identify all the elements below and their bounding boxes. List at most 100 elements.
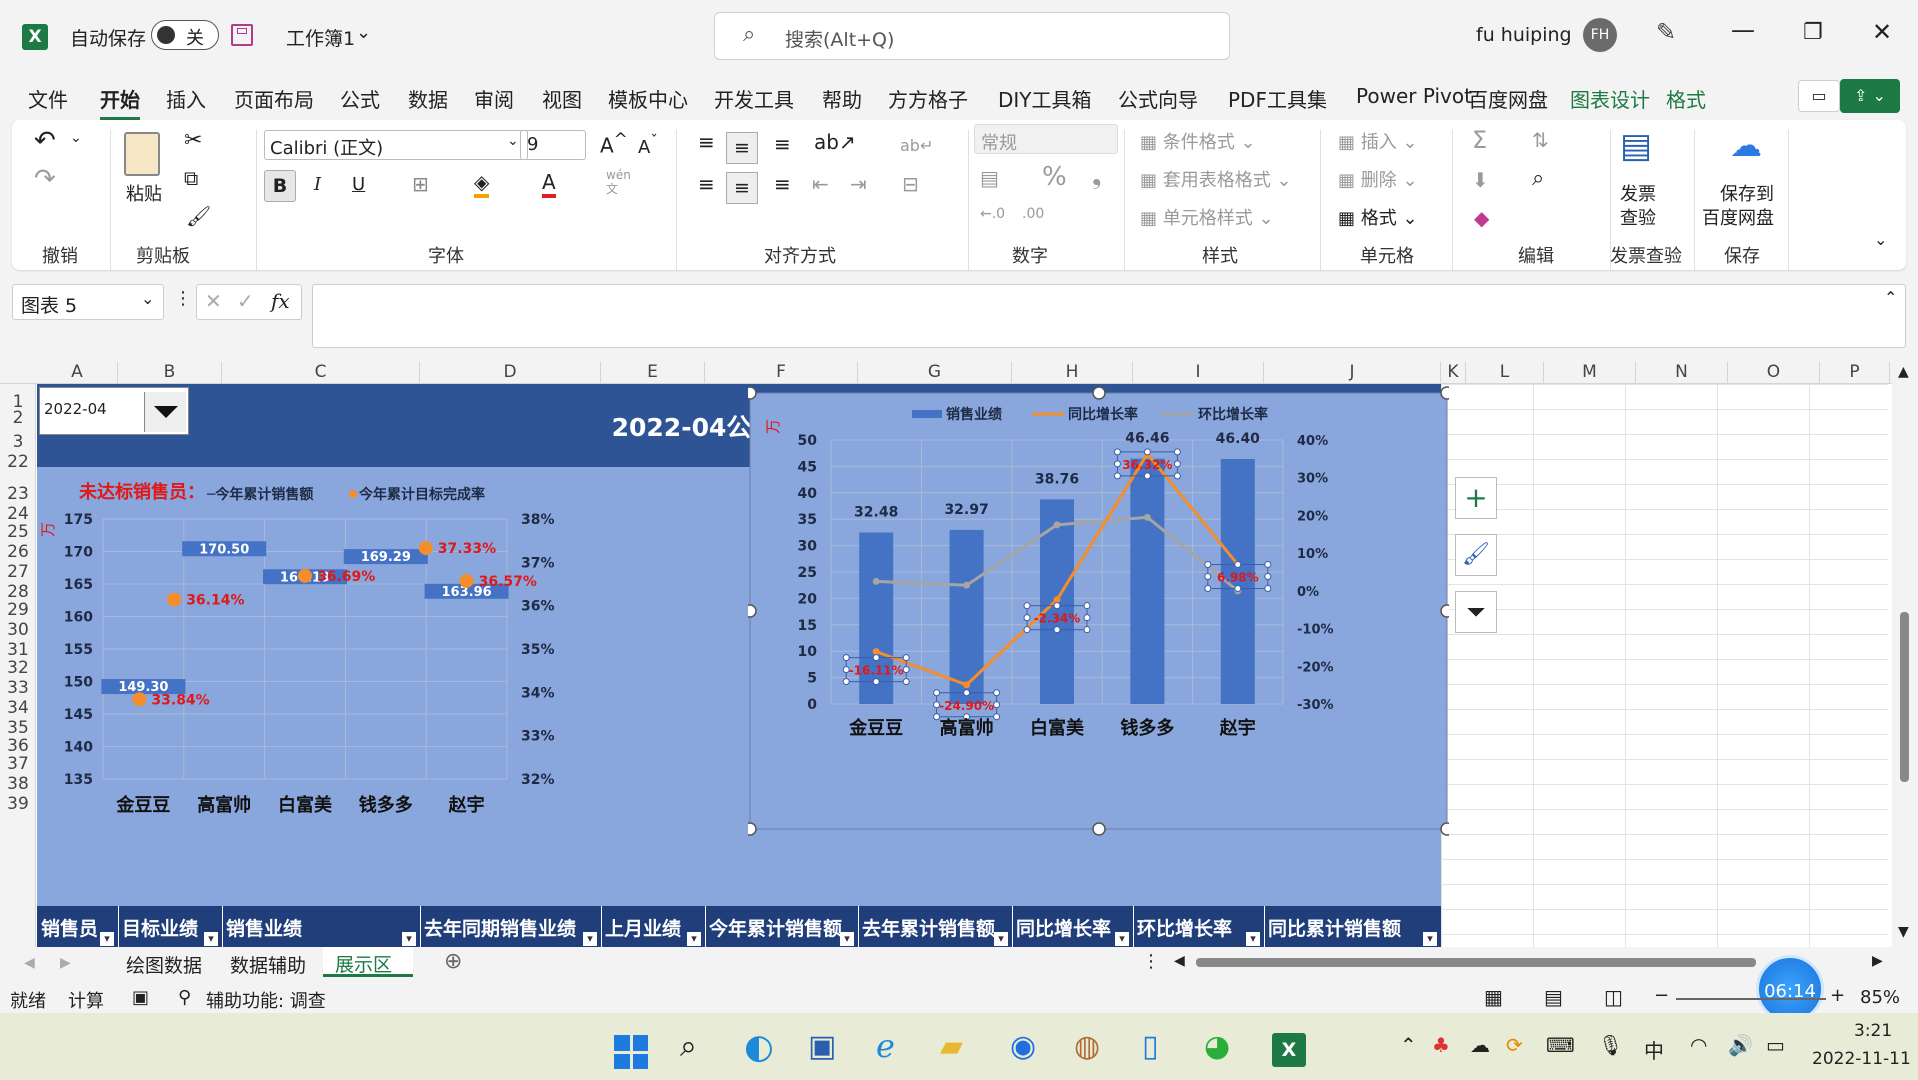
wifi-icon[interactable]: ◠ [1690,1033,1707,1057]
onedrive-icon[interactable]: ☁ [1470,1033,1490,1057]
table-header-5[interactable]: 今年累计销售额 [709,914,842,941]
macro-record-icon[interactable]: ▣ [132,987,149,1008]
menu-10[interactable]: 帮助 [822,84,862,113]
underline-button[interactable]: U [352,174,365,195]
tray-app-icon[interactable]: ♣ [1432,1033,1450,1057]
fill-color-icon[interactable]: ◈ [474,170,490,198]
row-header-36[interactable]: 36 [0,736,36,756]
filter-icon[interactable]: ▾ [687,932,701,946]
table-header-7[interactable]: 同比增长率 [1016,914,1111,941]
more-icon[interactable]: ⋮ [174,288,192,309]
filter-icon[interactable]: ▾ [204,932,218,946]
more-icon[interactable]: ⋮ [1142,951,1160,972]
filter-icon[interactable]: ▾ [402,932,416,946]
delete-cells-button[interactable]: ▦ 删除 ⌄ [1338,166,1418,192]
filter-icon[interactable]: ▾ [100,932,114,946]
clock-time[interactable]: 3:21 [1854,1021,1892,1041]
undo-icon[interactable]: ↶ [34,126,56,156]
row-header-35[interactable]: 35 [0,718,36,738]
baidu-cloud-icon[interactable]: ☁ [1730,126,1762,164]
accessibility-status[interactable]: 辅助功能: 调查 [206,987,326,1013]
table-header-9[interactable]: 同比累计销售额 [1268,914,1401,941]
wrap-text-icon[interactable]: ab↵ [900,136,933,155]
page-layout-icon[interactable]: ▤ [1544,985,1563,1009]
column-header-K[interactable]: K [1441,362,1466,384]
menu-8[interactable]: 模板中心 [608,84,688,113]
menu-15[interactable]: Power Pivot [1356,84,1472,108]
sync-icon[interactable]: ⟳ [1506,1033,1523,1057]
comment-button[interactable]: ▭ [1798,80,1840,112]
pen-icon[interactable]: ✎ [1656,18,1676,46]
taskbar-search-icon[interactable]: ⌕ [680,1029,697,1064]
table-header-0[interactable]: 销售员 [41,914,98,941]
bold-button[interactable]: B [264,170,296,202]
menu-0[interactable]: 文件 [28,84,68,113]
accessibility-icon[interactable]: ⚲ [178,987,191,1008]
row-header-23[interactable]: 23 [0,484,36,504]
tray-chevron-icon[interactable]: ⌃ [1400,1033,1417,1057]
column-header-J[interactable]: J [1264,362,1441,384]
menu-7[interactable]: 视图 [542,84,582,113]
prev-sheet-icon[interactable]: ◀ [24,955,35,971]
sort-icon[interactable]: ⇅ [1532,128,1549,152]
align-center-icon[interactable]: ≡ [726,172,758,204]
column-header-D[interactable]: D [420,362,601,384]
column-header-G[interactable]: G [858,362,1012,384]
filter-icon[interactable]: ▾ [583,932,597,946]
row-header-31[interactable]: 31 [0,640,36,660]
app-icon[interactable]: ◍ [1074,1029,1100,1064]
number-format-select[interactable]: 常规 [974,124,1118,154]
comma-icon[interactable]: ❟ [1092,162,1101,190]
copy-icon[interactable]: ⧉ [184,166,198,190]
zoom-in-icon[interactable]: + [1830,985,1845,1006]
find-icon[interactable]: ⌕ [1532,166,1544,191]
align-left-icon[interactable]: ≡ [698,172,715,196]
scroll-left-icon[interactable]: ◀ [1174,953,1185,969]
clear-icon[interactable]: ◆ [1474,206,1489,230]
row-header-39[interactable]: 39 [0,794,36,814]
row-header-38[interactable]: 38 [0,774,36,794]
menu-11[interactable]: 方方格子 [888,84,968,113]
scroll-thumb[interactable] [1900,612,1909,782]
row-header-30[interactable]: 30 [0,620,36,640]
save-icon[interactable] [231,24,253,46]
menu-13[interactable]: 公式向导 [1118,84,1198,113]
save-baidu-line1[interactable]: 保存到 [1720,180,1774,206]
formula-input[interactable] [312,284,1906,348]
ime-indicator[interactable]: 中 [1644,1035,1664,1064]
align-middle-icon[interactable]: ≡ [726,132,758,164]
status-calc[interactable]: 计算 [68,987,104,1013]
zoom-out-icon[interactable]: − [1654,985,1669,1006]
paste-icon[interactable] [124,132,160,176]
column-header-L[interactable]: L [1466,362,1544,384]
column-header-H[interactable]: H [1012,362,1133,384]
filter-icon[interactable]: ▾ [1246,932,1260,946]
font-size-select[interactable]: 9 [520,130,586,160]
column-header-I[interactable]: I [1133,362,1264,384]
scroll-up-icon[interactable]: ▲ [1898,364,1909,380]
cell-styles-button[interactable]: ▦ 单元格样式 ⌄ [1140,204,1274,230]
invoice-check-icon[interactable]: ▤ [1620,126,1652,166]
chart-filter-button[interactable]: ⏷ [1455,591,1497,633]
menu-12[interactable]: DIY工具箱 [998,84,1092,113]
merge-icon[interactable]: ⊟ [902,172,919,196]
redo-icon[interactable]: ↷ [34,164,56,194]
edge-icon[interactable]: ◐ [744,1027,774,1067]
decrease-indent-icon[interactable]: ⇤ [812,172,829,196]
hscroll-thumb[interactable] [1196,958,1756,967]
wechat-icon[interactable]: ◕ [1204,1029,1230,1064]
table-header-6[interactable]: 去年累计销售额 [862,914,995,941]
cut-icon[interactable]: ✂ [184,128,202,153]
mic-icon[interactable]: 🎙 [1598,1033,1623,1057]
row-header-26[interactable]: 26 [0,542,36,562]
ie-icon[interactable]: ℯ [876,1027,895,1065]
user-name[interactable]: fu huiping [1476,24,1572,46]
menu-18[interactable]: 格式 [1666,84,1706,113]
column-header-P[interactable]: P [1820,362,1890,384]
menu-9[interactable]: 开发工具 [714,84,794,113]
chart-right[interactable]: 5045403530252015105040%30%20%10%0%-10%-2… [748,384,1449,906]
volume-icon[interactable]: 🔊 [1728,1033,1753,1057]
enter-icon[interactable]: ✓ [237,289,254,313]
row-header-3[interactable]: 3 [0,432,36,452]
menu-1[interactable]: 开始 [100,84,140,120]
